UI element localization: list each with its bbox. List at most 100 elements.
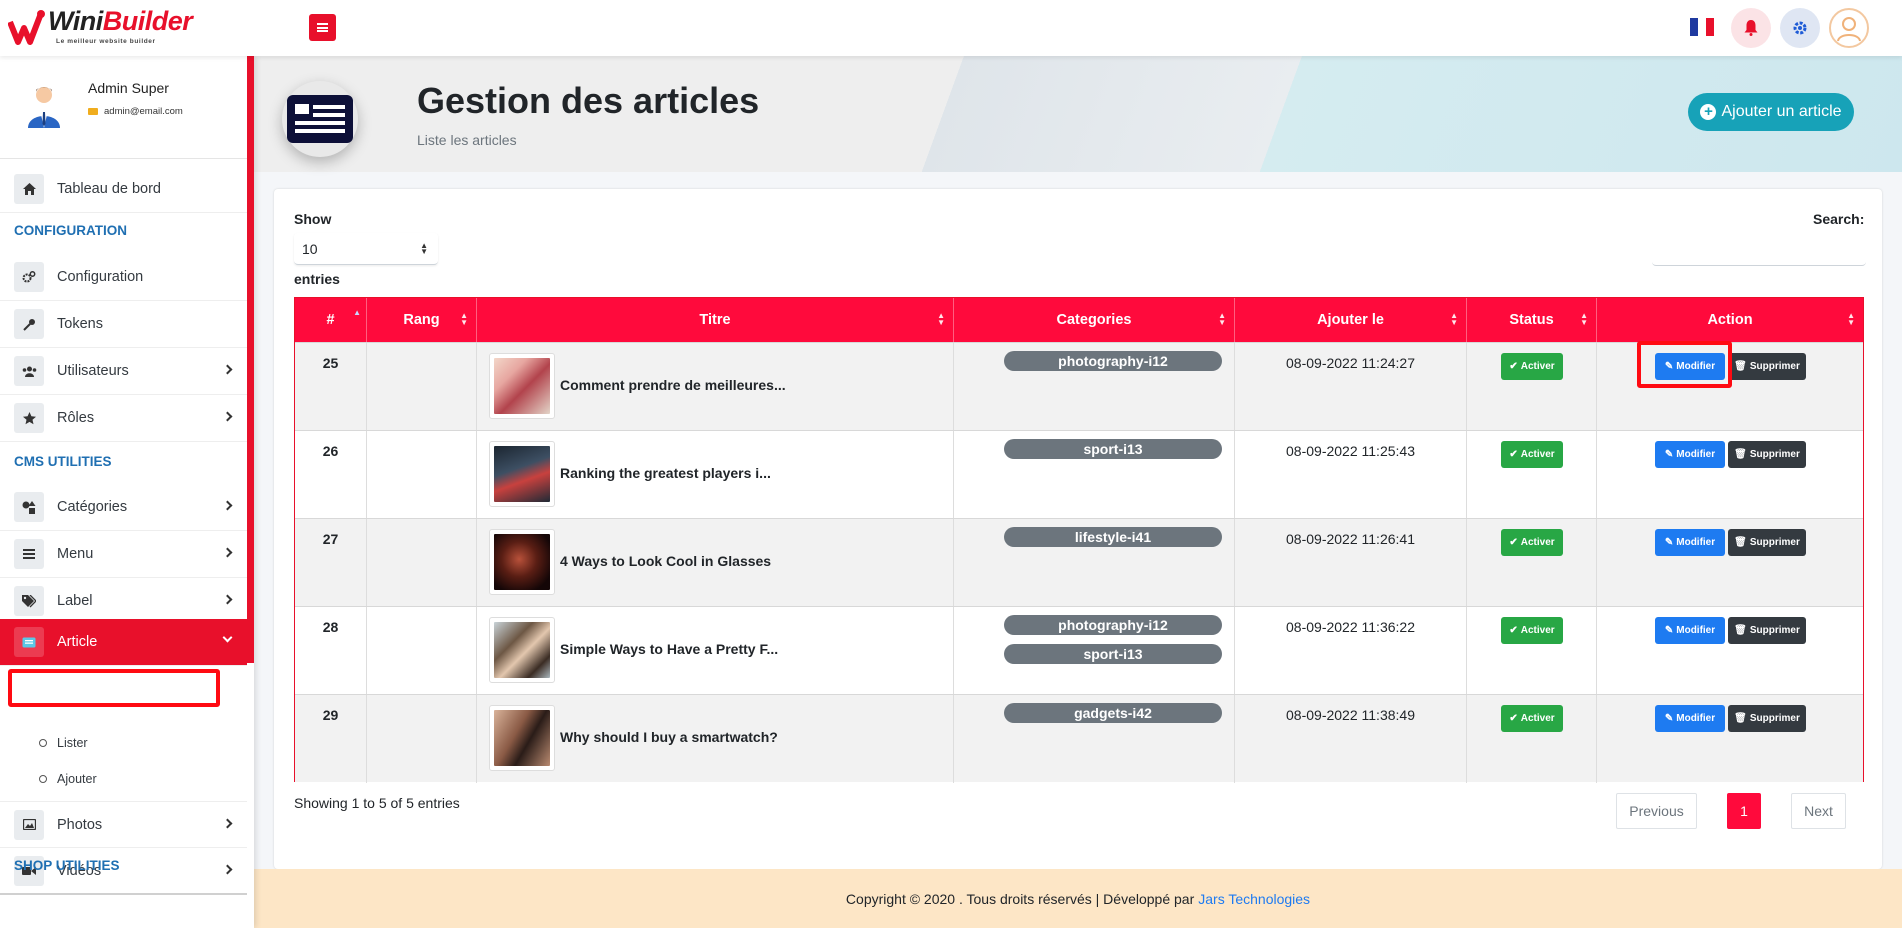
edit-icon: ✎ [1664,537,1674,548]
activate-button[interactable]: ✔ Activer [1501,529,1563,556]
activate-button[interactable]: ✔ Activer [1501,617,1563,644]
sort-icon: ▲ ▼ [937,311,945,327]
article-thumbnail[interactable] [489,617,555,683]
activate-button[interactable]: ✔ Activer [1501,353,1563,380]
status-cell: ✔ Activer [1467,431,1597,519]
column-header-categories[interactable]: Categories ▲ ▼ [954,298,1235,342]
cogs-icon [14,262,44,292]
article-thumbnail[interactable] [489,529,555,595]
article-title[interactable]: 4 Ways to Look Cool in Glasses [560,553,771,569]
sidebar-item-categories[interactable]: Catégories [0,484,247,531]
column-header-rang[interactable]: Rang ▲ ▼ [367,298,477,342]
status-cell: ✔ Activer [1467,695,1597,783]
column-header-id[interactable]: # ▲ [295,298,367,342]
sidebar-item-tokens[interactable]: Tokens [0,301,247,348]
user-name: Admin Super [88,80,169,96]
key-icon [14,309,44,339]
sidebar-item-utilisateurs[interactable]: Utilisateurs [0,348,247,395]
categories-cell: sport-i13 [954,431,1235,519]
category-badge: sport-i13 [1004,644,1222,664]
brand-name-part1: Wini [48,6,103,36]
section-header-configuration: CONFIGURATION [14,223,127,238]
home-icon [14,174,44,204]
user-menu-avatar[interactable] [1829,8,1869,48]
sidebar-item-roles[interactable]: Rôles [0,395,247,442]
chevron-right-icon [222,500,233,511]
newspaper-icon [287,95,353,143]
settings-button[interactable] [1780,8,1820,48]
user-panel: Admin Super admin@email.com [0,56,247,159]
article-thumbnail[interactable] [489,441,555,507]
action-cell: ✎ Modifier 🗑 Supprimer [1597,343,1863,431]
activate-button[interactable]: ✔ Activer [1501,441,1563,468]
sidebar-item-configuration[interactable]: Configuration [0,254,247,301]
table-row: 29 Why should I buy a smartwatch? gadget… [295,694,1863,783]
notifications-button[interactable] [1731,8,1771,48]
activate-button[interactable]: ✔ Activer [1501,705,1563,732]
edit-button[interactable]: ✎ Modifier [1655,529,1725,556]
page-subtitle: Liste les articles [417,132,517,148]
delete-button[interactable]: 🗑 Supprimer [1728,617,1806,644]
brand-logo[interactable]: WiniBuilder Le meilleur website builder [8,4,193,50]
delete-button[interactable]: 🗑 Supprimer [1728,441,1806,468]
rang-cell [367,343,477,431]
search-input[interactable] [1652,235,1866,266]
sidebar-subitem-lister[interactable]: Lister [0,726,247,760]
edit-icon: ✎ [1664,625,1674,636]
sidebar-item-label[interactable]: Label [0,578,247,625]
add-article-button[interactable]: + Ajouter un article [1688,93,1854,131]
delete-button[interactable]: 🗑 Supprimer [1728,705,1806,732]
chevron-right-icon [222,594,233,605]
table-info: Showing 1 to 5 of 5 entries [294,795,460,811]
edit-icon: ✎ [1664,713,1674,724]
edit-button[interactable]: ✎ Modifier [1655,441,1725,468]
footer-link-jars[interactable]: Jars Technologies [1198,891,1310,907]
sidebar-item-article[interactable]: Article [0,619,247,666]
sidebar-item-menu[interactable]: Menu [0,531,247,578]
date-cell: 08-09-2022 11:38:49 [1235,695,1467,783]
column-header-ajouter-le[interactable]: Ajouter le ▲ ▼ [1235,298,1467,342]
categories-cell: photography-i12 [954,343,1235,431]
sort-icon: ▲ ▼ [1450,311,1458,327]
page-title: Gestion des articles [417,80,760,121]
sidebar-toggle-button[interactable] [309,14,336,41]
chevron-down-icon [222,632,233,643]
section-header-shop-utilities: SHOP UTILITIES [14,858,120,873]
pagination-page-1[interactable]: 1 [1727,793,1761,829]
check-icon: ✔ [1509,449,1518,460]
bars-icon [14,539,44,569]
sidebar-subitem-ajouter[interactable]: Ajouter [0,762,247,796]
titre-cell: Ranking the greatest players i... [477,431,954,519]
edit-button[interactable]: ✎ Modifier [1655,617,1725,644]
article-title[interactable]: Ranking the greatest players i... [560,465,771,481]
pagination-previous[interactable]: Previous [1616,793,1697,829]
article-title[interactable]: Simple Ways to Have a Pretty F... [560,641,778,657]
rang-cell [367,519,477,607]
article-thumbnail[interactable] [489,353,555,419]
sort-icon: ▲ ▼ [1847,311,1855,327]
article-thumbnail[interactable] [489,705,555,771]
page-header-icon [282,81,358,157]
sidebar-item-photos[interactable]: Photos [0,801,247,848]
sidebar-item-dashboard[interactable]: Tableau de bord [0,166,247,213]
article-title[interactable]: Why should I buy a smartwatch? [560,729,778,745]
section-header-cms-utilities: CMS UTILITIES [14,454,112,469]
chevron-right-icon [222,364,233,375]
plus-icon: + [1700,104,1717,120]
article-title[interactable]: Comment prendre de meilleures... [560,377,786,393]
titre-cell: Simple Ways to Have a Pretty F... [477,607,954,695]
entries-select[interactable]: 10 ▲ ▼ [294,233,438,265]
edit-button[interactable]: ✎ Modifier [1655,705,1725,732]
column-header-action[interactable]: Action ▲ ▼ [1597,298,1863,342]
pagination-next[interactable]: Next [1791,793,1846,829]
french-flag-icon[interactable] [1690,18,1714,36]
edit-button[interactable]: ✎ Modifier [1655,353,1725,380]
sort-icon: ▲ ▼ [1580,311,1588,327]
column-header-status[interactable]: Status ▲ ▼ [1467,298,1597,342]
delete-button[interactable]: 🗑 Supprimer [1728,529,1806,556]
date-cell: 08-09-2022 11:25:43 [1235,431,1467,519]
delete-button[interactable]: 🗑 Supprimer [1728,353,1806,380]
column-header-titre[interactable]: Titre ▲ ▼ [477,298,954,342]
table-row: 25 Comment prendre de meilleures... phot… [295,342,1863,431]
categories-cell: lifestyle-i41 [954,519,1235,607]
